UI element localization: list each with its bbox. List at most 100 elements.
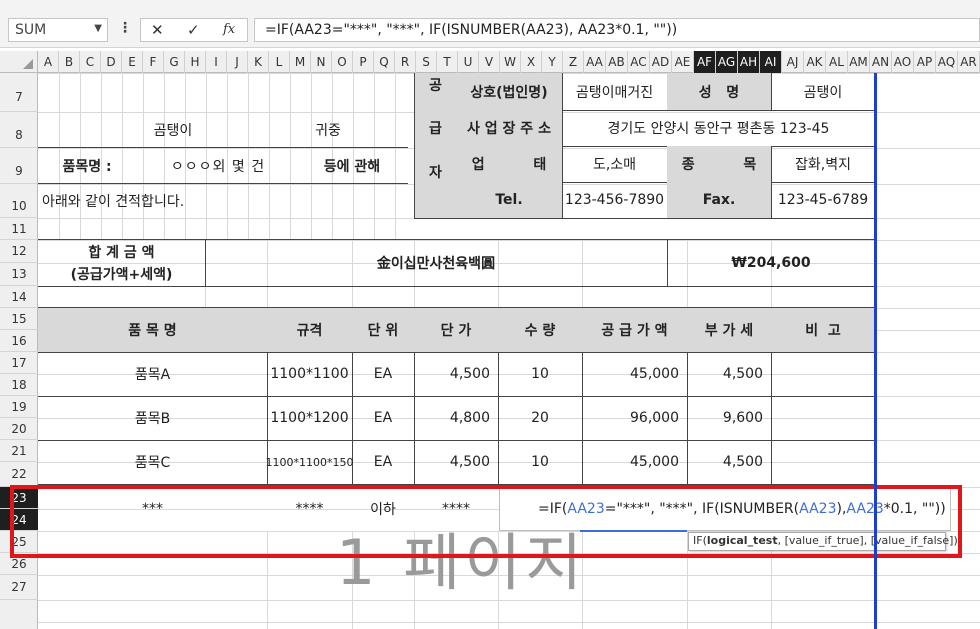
column-header-u[interactable]: U <box>458 51 479 73</box>
table-cell-name[interactable]: 품목A <box>38 352 267 396</box>
column-header-ae[interactable]: AE <box>672 51 694 73</box>
column-header-ak[interactable]: AK <box>804 51 826 73</box>
column-header-ai[interactable]: AI <box>760 51 782 73</box>
regarding-cell[interactable]: 등에 관해 <box>312 148 392 184</box>
row-header-14[interactable]: 14 <box>0 286 38 308</box>
honorific-cell[interactable]: 귀중 <box>308 112 348 148</box>
column-header-k[interactable]: K <box>248 51 269 73</box>
table-header-cell[interactable]: 품 목 명 <box>38 308 267 352</box>
total-amount-cell[interactable]: ₩204,600 <box>667 240 875 286</box>
hangul-amount-cell[interactable]: 金이십만사천육백圓 <box>205 240 667 286</box>
column-header-a[interactable]: A <box>38 51 59 73</box>
column-header-aa[interactable]: AA <box>584 51 606 73</box>
column-header-l[interactable]: L <box>269 51 290 73</box>
column-header-ap[interactable]: AP <box>914 51 936 73</box>
tel-value[interactable]: 123-456-7890 <box>562 182 667 218</box>
column-header-al[interactable]: AL <box>826 51 848 73</box>
more-options-icon[interactable]: ⋮ <box>118 20 132 40</box>
table-cell-note[interactable] <box>771 396 875 440</box>
table-header-cell[interactable]: 부 가 세 <box>687 308 771 352</box>
column-header-ad[interactable]: AD <box>650 51 672 73</box>
table-cell-price[interactable]: 4,800 <box>414 396 498 440</box>
table-cell-price[interactable]: 4,500 <box>414 352 498 396</box>
row-header-27[interactable]: 27 <box>0 575 38 600</box>
row-header-12[interactable]: 12 <box>0 240 38 263</box>
column-header-z[interactable]: Z <box>563 51 584 73</box>
column-header-p[interactable]: P <box>353 51 374 73</box>
address-value[interactable]: 경기도 안양시 동안구 평촌동 123-45 <box>562 110 875 146</box>
table-header-cell[interactable]: 규격 <box>267 308 352 352</box>
row-header-15[interactable]: 15 <box>0 308 38 330</box>
table-cell-price[interactable]: 4,500 <box>414 440 498 484</box>
row-header-20[interactable]: 20 <box>0 418 38 440</box>
table-cell-qty[interactable]: 10 <box>498 352 582 396</box>
type-value[interactable]: 잡화,벽지 <box>771 146 875 182</box>
table-cell-supply[interactable]: 45,000 <box>582 352 687 396</box>
column-header-af[interactable]: AF <box>694 51 716 73</box>
table-cell-note[interactable] <box>771 352 875 396</box>
table-cell-unit[interactable]: EA <box>352 396 414 440</box>
business-value[interactable]: 도,소매 <box>562 146 667 182</box>
column-header-d[interactable]: D <box>101 51 122 73</box>
table-cell-qty[interactable]: 10 <box>498 440 582 484</box>
column-header-g[interactable]: G <box>164 51 185 73</box>
table-cell-qty[interactable]: 20 <box>498 396 582 440</box>
column-header-ar[interactable]: AR <box>958 51 980 73</box>
fax-value[interactable]: 123-45-6789 <box>771 182 875 218</box>
table-cell-spec[interactable]: 1100*1200 <box>267 396 352 440</box>
column-header-ac[interactable]: AC <box>628 51 650 73</box>
row-header-21[interactable]: 21 <box>0 440 38 462</box>
row-header-17[interactable]: 17 <box>0 352 38 374</box>
column-header-ab[interactable]: AB <box>606 51 628 73</box>
column-header-am[interactable]: AM <box>848 51 870 73</box>
column-header-n[interactable]: N <box>311 51 332 73</box>
column-header-x[interactable]: X <box>521 51 542 73</box>
column-header-v[interactable]: V <box>479 51 500 73</box>
select-all-corner[interactable] <box>0 51 38 73</box>
table-cell-unit[interactable]: EA <box>352 352 414 396</box>
column-header-ah[interactable]: AH <box>738 51 760 73</box>
ceo-value[interactable]: 곰탱이 <box>771 73 875 110</box>
column-header-h[interactable]: H <box>185 51 206 73</box>
column-header-s[interactable]: S <box>416 51 437 73</box>
column-header-b[interactable]: B <box>59 51 80 73</box>
column-header-e[interactable]: E <box>122 51 143 73</box>
column-header-an[interactable]: AN <box>870 51 892 73</box>
table-cell-spec[interactable]: 1100*1100 <box>267 352 352 396</box>
column-header-r[interactable]: R <box>395 51 416 73</box>
row-header-9[interactable]: 9 <box>0 148 38 184</box>
column-header-aq[interactable]: AQ <box>936 51 958 73</box>
column-header-ao[interactable]: AO <box>892 51 914 73</box>
table-cell-name[interactable]: 품목B <box>38 396 267 440</box>
chevron-down-icon[interactable]: ▼ <box>94 23 102 34</box>
table-cell-supply[interactable]: 45,000 <box>582 440 687 484</box>
table-cell-vat[interactable]: 9,600 <box>687 396 771 440</box>
column-header-o[interactable]: O <box>332 51 353 73</box>
table-cell-unit[interactable]: EA <box>352 440 414 484</box>
insert-function-icon[interactable]: fx <box>223 22 235 37</box>
row-header-22[interactable]: 22 <box>0 462 38 487</box>
table-header-cell[interactable]: 단 가 <box>414 308 498 352</box>
row-header-13[interactable]: 13 <box>0 263 38 286</box>
row-header-8[interactable]: 8 <box>0 112 38 148</box>
row-header-10[interactable]: 10 <box>0 184 38 218</box>
name-box[interactable]: SUM ▼ <box>8 18 108 42</box>
row-header-11[interactable]: 11 <box>0 218 38 240</box>
column-header-aj[interactable]: AJ <box>782 51 804 73</box>
intro-cell[interactable]: 아래와 같이 견적합니다. <box>38 184 408 218</box>
row-header-18[interactable]: 18 <box>0 374 38 396</box>
table-cell-name[interactable]: 품목C <box>38 440 267 484</box>
column-header-t[interactable]: T <box>437 51 458 73</box>
table-cell-note[interactable] <box>771 440 875 484</box>
enter-icon[interactable]: ✓ <box>187 21 200 39</box>
item-value-cell[interactable]: ㅇㅇㅇ외 몇 건 <box>128 148 308 184</box>
column-header-y[interactable]: Y <box>542 51 563 73</box>
column-header-j[interactable]: J <box>227 51 248 73</box>
column-header-w[interactable]: W <box>500 51 521 73</box>
company-value[interactable]: 곰탱이매거진 <box>562 73 667 110</box>
column-header-c[interactable]: C <box>80 51 101 73</box>
table-cell-spec[interactable]: 1100*1100*150 <box>266 440 354 484</box>
row-header-19[interactable]: 19 <box>0 396 38 418</box>
row-header-16[interactable]: 16 <box>0 330 38 352</box>
cancel-icon[interactable]: ✕ <box>151 21 164 39</box>
